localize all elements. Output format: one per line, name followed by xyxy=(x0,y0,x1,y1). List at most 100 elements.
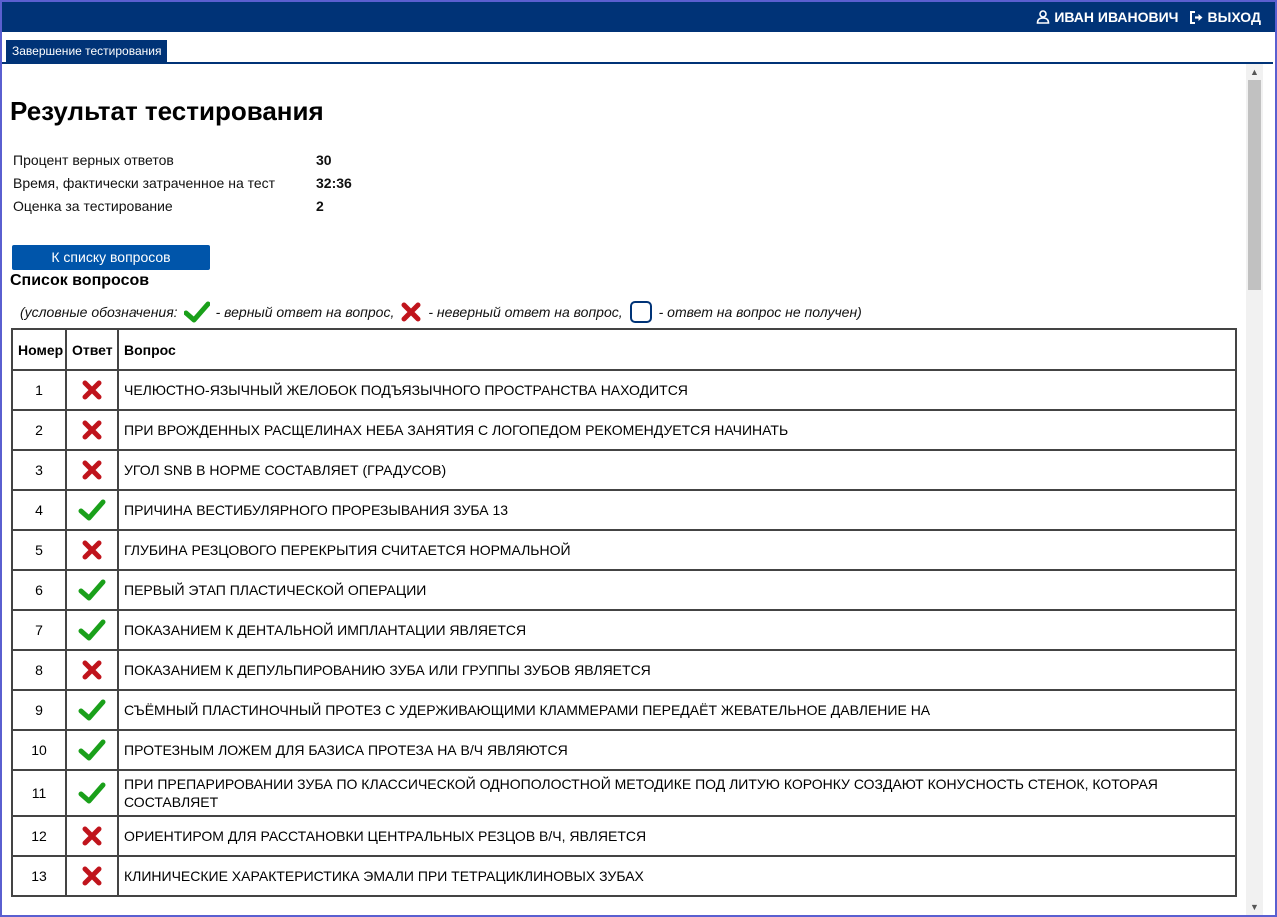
cross-icon xyxy=(81,420,103,440)
answer-status xyxy=(65,369,119,411)
question-text: ПЕРВЫЙ ЭТАП ПЛАСТИЧЕСКОЙ ОПЕРАЦИИ xyxy=(117,569,1237,611)
table-row[interactable]: 12 ОРИЕНТИРОМ ДЛЯ РАССТАНОВКИ ЦЕНТРАЛЬНЫХ… xyxy=(11,815,1237,857)
column-header-question: Вопрос xyxy=(117,328,1237,371)
question-number: 2 xyxy=(11,409,67,451)
question-number: 10 xyxy=(11,729,67,771)
legend-none: - ответ на вопрос не получен) xyxy=(658,304,862,320)
question-number: 7 xyxy=(11,609,67,651)
cross-icon xyxy=(81,826,103,846)
logout-label: ВЫХОД xyxy=(1207,9,1261,25)
table-row[interactable]: 4 ПРИЧИНА ВЕСТИБУЛЯРНОГО ПРОРЕЗЫВАНИЯ ЗУБ… xyxy=(11,489,1237,531)
stat-row-percent: Процент верных ответов 30 xyxy=(13,152,352,175)
question-text: ЧЕЛЮСТНО-ЯЗЫЧНЫЙ ЖЕЛОБОК ПОДЪЯЗЫЧНОГО ПР… xyxy=(117,369,1237,411)
legend-wrong: - неверный ответ на вопрос, xyxy=(428,304,623,320)
scrollbar-thumb[interactable] xyxy=(1248,80,1261,290)
cross-icon xyxy=(81,380,103,400)
answer-status xyxy=(65,409,119,451)
answer-status xyxy=(65,529,119,571)
legend-correct: - верный ответ на вопрос, xyxy=(215,304,395,320)
question-number: 13 xyxy=(11,855,67,897)
answer-status xyxy=(65,609,119,651)
stat-value: 30 xyxy=(316,152,332,168)
legend-prefix: (условные обозначения: xyxy=(20,304,178,320)
check-icon xyxy=(78,499,106,521)
cross-icon xyxy=(81,460,103,480)
top-bar: ИВАН ИВАНОВИЧ ВЫХОД xyxy=(2,2,1275,32)
check-icon xyxy=(78,739,106,761)
cross-icon xyxy=(400,301,422,323)
answer-status xyxy=(65,489,119,531)
vertical-scrollbar[interactable]: ▲ ▼ xyxy=(1246,64,1263,915)
table-row[interactable]: 1 ЧЕЛЮСТНО-ЯЗЫЧНЫЙ ЖЕЛОБОК ПОДЪЯЗЫЧНОГО П… xyxy=(11,369,1237,411)
question-number: 6 xyxy=(11,569,67,611)
stat-value: 32:36 xyxy=(316,175,352,191)
stat-label: Время, фактически затраченное на тест xyxy=(13,175,276,191)
table-row[interactable]: 6 ПЕРВЫЙ ЭТАП ПЛАСТИЧЕСКОЙ ОПЕРАЦИИ xyxy=(11,569,1237,611)
question-text: ПРИЧИНА ВЕСТИБУЛЯРНОГО ПРОРЕЗЫВАНИЯ ЗУБА… xyxy=(117,489,1237,531)
questions-list-button[interactable]: К списку вопросов xyxy=(12,245,210,270)
question-number: 12 xyxy=(11,815,67,857)
question-text: ОРИЕНТИРОМ ДЛЯ РАССТАНОВКИ ЦЕНТРАЛЬНЫХ Р… xyxy=(117,815,1237,857)
table-row[interactable]: 8 ПОКАЗАНИЕМ К ДЕПУЛЬПИРОВАНИЮ ЗУБА ИЛИ Г… xyxy=(11,649,1237,691)
table-row[interactable]: 9 СЪЁМНЫЙ ПЛАСТИНОЧНЫЙ ПРОТЕЗ С УДЕРЖИВАЮ… xyxy=(11,689,1237,731)
check-icon xyxy=(78,579,106,601)
table-row[interactable]: 11 ПРИ ПРЕПАРИРОВАНИИ ЗУБА ПО КЛАССИЧЕСКО… xyxy=(11,769,1237,817)
column-header-number: Номер xyxy=(11,328,67,371)
column-header-answer: Ответ xyxy=(65,328,119,371)
cross-icon xyxy=(81,866,103,886)
legend: (условные обозначения: - верный ответ на… xyxy=(20,300,862,324)
cross-icon xyxy=(81,660,103,680)
table-row[interactable]: 5 ГЛУБИНА РЕЗЦОВОГО ПЕРЕКРЫТИЯ СЧИТАЕТСЯ … xyxy=(11,529,1237,571)
empty-box-icon xyxy=(629,300,653,324)
table-row[interactable]: 3 УГОЛ SNB В НОРМЕ СОСТАВЛЯЕТ (ГРАДУСОВ) xyxy=(11,449,1237,491)
table-row[interactable]: 2 ПРИ ВРОЖДЕННЫХ РАСЩЕЛИНАХ НЕБА ЗАНЯТИЯ … xyxy=(11,409,1237,451)
answer-status xyxy=(65,569,119,611)
stat-label: Оценка за тестирование xyxy=(13,198,173,214)
answer-status xyxy=(65,769,119,817)
check-icon xyxy=(183,301,210,323)
question-text: СЪЁМНЫЙ ПЛАСТИНОЧНЫЙ ПРОТЕЗ С УДЕРЖИВАЮЩ… xyxy=(117,689,1237,731)
logout-icon xyxy=(1189,10,1204,24)
table-row[interactable]: 10 ПРОТЕЗНЫМ ЛОЖЕМ ДЛЯ БАЗИСА ПРОТЕЗА НА … xyxy=(11,729,1237,771)
question-number: 5 xyxy=(11,529,67,571)
stat-row-time: Время, фактически затраченное на тест 32… xyxy=(13,175,352,198)
answer-status xyxy=(65,449,119,491)
app-window: ИВАН ИВАНОВИЧ ВЫХОД Завершение тестирова… xyxy=(2,2,1275,915)
question-text: УГОЛ SNB В НОРМЕ СОСТАВЛЯЕТ (ГРАДУСОВ) xyxy=(117,449,1237,491)
answer-status xyxy=(65,649,119,691)
question-number: 3 xyxy=(11,449,67,491)
question-number: 1 xyxy=(11,369,67,411)
stat-value: 2 xyxy=(316,198,324,214)
question-text: ПОКАЗАНИЕМ К ДЕНТАЛЬНОЙ ИМПЛАНТАЦИИ ЯВЛЯ… xyxy=(117,609,1237,651)
scroll-up-arrow-icon[interactable]: ▲ xyxy=(1246,64,1263,80)
user-area: ИВАН ИВАНОВИЧ ВЫХОД xyxy=(1036,2,1261,32)
cross-icon xyxy=(81,540,103,560)
question-number: 8 xyxy=(11,649,67,691)
tab-finish-testing[interactable]: Завершение тестирования xyxy=(6,40,168,62)
table-header-row: Номер Ответ Вопрос xyxy=(11,328,1237,371)
results-summary: Процент верных ответов 30 Время, фактиче… xyxy=(13,152,352,221)
user-name: ИВАН ИВАНОВИЧ xyxy=(1054,9,1179,25)
user-icon xyxy=(1036,10,1050,24)
check-icon xyxy=(78,782,106,804)
answer-status xyxy=(65,815,119,857)
page-title: Результат тестирования xyxy=(10,96,324,126)
table-row[interactable]: 13 КЛИНИЧЕСКИЕ ХАРАКТЕРИСТИКА ЭМАЛИ ПРИ Т… xyxy=(11,855,1237,897)
table-row[interactable]: 7 ПОКАЗАНИЕМ К ДЕНТАЛЬНОЙ ИМПЛАНТАЦИИ ЯВЛ… xyxy=(11,609,1237,651)
answer-status xyxy=(65,855,119,897)
stat-label: Процент верных ответов xyxy=(13,152,174,168)
question-text: ПРИ ПРЕПАРИРОВАНИИ ЗУБА ПО КЛАССИЧЕСКОЙ … xyxy=(117,769,1237,817)
logout-link[interactable]: ВЫХОД xyxy=(1189,9,1261,25)
user-menu[interactable]: ИВАН ИВАНОВИЧ xyxy=(1036,9,1179,25)
scroll-down-arrow-icon[interactable]: ▼ xyxy=(1246,899,1263,915)
check-icon xyxy=(78,619,106,641)
question-text: ГЛУБИНА РЕЗЦОВОГО ПЕРЕКРЫТИЯ СЧИТАЕТСЯ Н… xyxy=(117,529,1237,571)
question-text: ПОКАЗАНИЕМ К ДЕПУЛЬПИРОВАНИЮ ЗУБА ИЛИ ГР… xyxy=(117,649,1237,691)
question-text: КЛИНИЧЕСКИЕ ХАРАКТЕРИСТИКА ЭМАЛИ ПРИ ТЕТ… xyxy=(117,855,1237,897)
question-text: ПРИ ВРОЖДЕННЫХ РАСЩЕЛИНАХ НЕБА ЗАНЯТИЯ С… xyxy=(117,409,1237,451)
check-icon xyxy=(78,699,106,721)
tab-bar: Завершение тестирования xyxy=(2,32,1273,64)
answer-status xyxy=(65,689,119,731)
question-text: ПРОТЕЗНЫМ ЛОЖЕМ ДЛЯ БАЗИСА ПРОТЕЗА НА В/… xyxy=(117,729,1237,771)
main-content: Результат тестирования Процент верных от… xyxy=(2,64,1246,915)
